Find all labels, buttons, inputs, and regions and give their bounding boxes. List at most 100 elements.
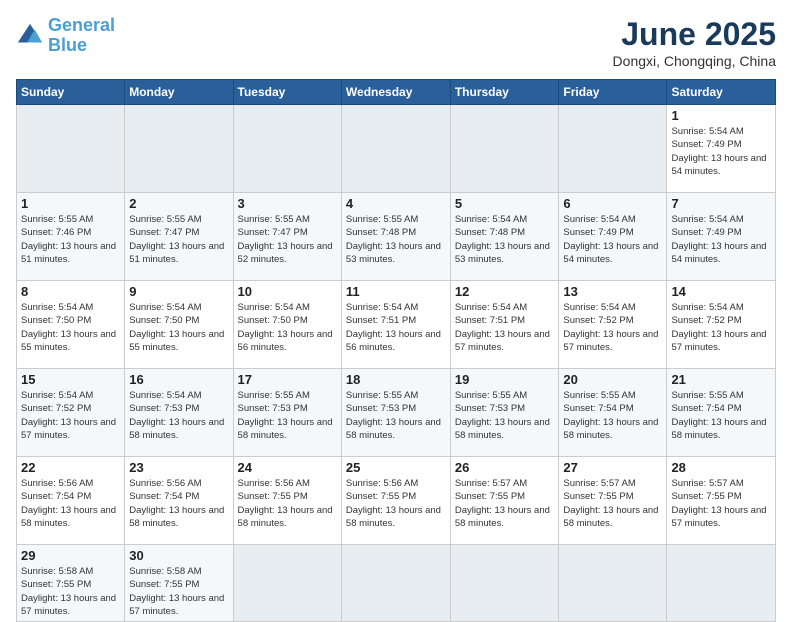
day-info: Sunrise: 5:54 AMSunset: 7:53 PMDaylight:… (129, 390, 224, 441)
day-number: 7 (671, 196, 771, 211)
table-row: 6 Sunrise: 5:54 AMSunset: 7:49 PMDayligh… (559, 193, 667, 281)
day-number: 22 (21, 460, 120, 475)
day-info: Sunrise: 5:55 AMSunset: 7:47 PMDaylight:… (238, 214, 333, 265)
day-info: Sunrise: 5:54 AMSunset: 7:48 PMDaylight:… (455, 214, 550, 265)
table-row: 19 Sunrise: 5:55 AMSunset: 7:53 PMDaylig… (450, 369, 559, 457)
table-row: 24 Sunrise: 5:56 AMSunset: 7:55 PMDaylig… (233, 457, 341, 545)
logo-icon (16, 22, 44, 50)
day-info: Sunrise: 5:56 AMSunset: 7:54 PMDaylight:… (21, 478, 116, 529)
day-number: 29 (21, 548, 120, 563)
day-number: 21 (671, 372, 771, 387)
day-info: Sunrise: 5:54 AMSunset: 7:50 PMDaylight:… (238, 302, 333, 353)
day-info: Sunrise: 5:57 AMSunset: 7:55 PMDaylight:… (671, 478, 766, 529)
table-row: 21 Sunrise: 5:55 AMSunset: 7:54 PMDaylig… (667, 369, 776, 457)
table-row: 12 Sunrise: 5:54 AMSunset: 7:51 PMDaylig… (450, 281, 559, 369)
day-info: Sunrise: 5:56 AMSunset: 7:55 PMDaylight:… (238, 478, 333, 529)
table-row: 15 Sunrise: 5:54 AMSunset: 7:52 PMDaylig… (17, 369, 125, 457)
day-info: Sunrise: 5:57 AMSunset: 7:55 PMDaylight:… (563, 478, 658, 529)
header: General Blue June 2025 Dongxi, Chongqing… (16, 16, 776, 69)
calendar-subtitle: Dongxi, Chongqing, China (613, 53, 776, 69)
table-row: 26 Sunrise: 5:57 AMSunset: 7:55 PMDaylig… (450, 457, 559, 545)
day-number: 5 (455, 196, 555, 211)
table-row: 1 Sunrise: 5:55 AMSunset: 7:46 PMDayligh… (17, 193, 125, 281)
day-info: Sunrise: 5:56 AMSunset: 7:54 PMDaylight:… (129, 478, 224, 529)
logo-text: General Blue (48, 16, 115, 56)
header-saturday: Saturday (667, 80, 776, 105)
table-row (559, 545, 667, 622)
day-number: 3 (238, 196, 337, 211)
day-info: Sunrise: 5:55 AMSunset: 7:54 PMDaylight:… (563, 390, 658, 441)
day-number: 28 (671, 460, 771, 475)
table-row: 28 Sunrise: 5:57 AMSunset: 7:55 PMDaylig… (667, 457, 776, 545)
table-row (450, 105, 559, 193)
day-number: 19 (455, 372, 555, 387)
day-info: Sunrise: 5:55 AMSunset: 7:53 PMDaylight:… (238, 390, 333, 441)
table-row: 1 Sunrise: 5:54 AMSunset: 7:49 PMDayligh… (667, 105, 776, 193)
day-info: Sunrise: 5:55 AMSunset: 7:53 PMDaylight:… (455, 390, 550, 441)
page: General Blue June 2025 Dongxi, Chongqing… (0, 0, 792, 612)
day-number: 8 (21, 284, 120, 299)
header-monday: Monday (125, 80, 233, 105)
header-thursday: Thursday (450, 80, 559, 105)
table-row: 13 Sunrise: 5:54 AMSunset: 7:52 PMDaylig… (559, 281, 667, 369)
day-number: 6 (563, 196, 662, 211)
day-number: 1 (21, 196, 120, 211)
table-row: 18 Sunrise: 5:55 AMSunset: 7:53 PMDaylig… (341, 369, 450, 457)
day-info: Sunrise: 5:54 AMSunset: 7:52 PMDaylight:… (563, 302, 658, 353)
title-section: June 2025 Dongxi, Chongqing, China (613, 16, 776, 69)
calendar-title: June 2025 (613, 16, 776, 53)
day-info: Sunrise: 5:54 AMSunset: 7:50 PMDaylight:… (129, 302, 224, 353)
table-row: 20 Sunrise: 5:55 AMSunset: 7:54 PMDaylig… (559, 369, 667, 457)
table-row: 30 Sunrise: 5:58 AMSunset: 7:55 PMDaylig… (125, 545, 233, 622)
day-number: 25 (346, 460, 446, 475)
day-info: Sunrise: 5:54 AMSunset: 7:52 PMDaylight:… (671, 302, 766, 353)
logo-line2: Blue (48, 35, 87, 55)
table-row (341, 545, 450, 622)
table-row: 29 Sunrise: 5:58 AMSunset: 7:55 PMDaylig… (17, 545, 125, 622)
day-number: 24 (238, 460, 337, 475)
day-info: Sunrise: 5:56 AMSunset: 7:55 PMDaylight:… (346, 478, 441, 529)
day-number: 13 (563, 284, 662, 299)
day-number: 16 (129, 372, 228, 387)
day-number: 18 (346, 372, 446, 387)
table-row: 9 Sunrise: 5:54 AMSunset: 7:50 PMDayligh… (125, 281, 233, 369)
day-info: Sunrise: 5:54 AMSunset: 7:49 PMDaylight:… (563, 214, 658, 265)
logo-line1: General (48, 15, 115, 35)
table-row: 5 Sunrise: 5:54 AMSunset: 7:48 PMDayligh… (450, 193, 559, 281)
day-info: Sunrise: 5:55 AMSunset: 7:46 PMDaylight:… (21, 214, 116, 265)
day-number: 20 (563, 372, 662, 387)
day-number: 2 (129, 196, 228, 211)
table-row (233, 105, 341, 193)
weekday-header-row: Sunday Monday Tuesday Wednesday Thursday… (17, 80, 776, 105)
day-info: Sunrise: 5:55 AMSunset: 7:47 PMDaylight:… (129, 214, 224, 265)
table-row: 2 Sunrise: 5:55 AMSunset: 7:47 PMDayligh… (125, 193, 233, 281)
day-number: 30 (129, 548, 228, 563)
day-number: 15 (21, 372, 120, 387)
table-row: 16 Sunrise: 5:54 AMSunset: 7:53 PMDaylig… (125, 369, 233, 457)
table-row (341, 105, 450, 193)
day-info: Sunrise: 5:58 AMSunset: 7:55 PMDaylight:… (129, 566, 224, 617)
day-info: Sunrise: 5:54 AMSunset: 7:50 PMDaylight:… (21, 302, 116, 353)
calendar-table: Sunday Monday Tuesday Wednesday Thursday… (16, 79, 776, 622)
day-number: 23 (129, 460, 228, 475)
table-row: 23 Sunrise: 5:56 AMSunset: 7:54 PMDaylig… (125, 457, 233, 545)
day-info: Sunrise: 5:55 AMSunset: 7:48 PMDaylight:… (346, 214, 441, 265)
header-wednesday: Wednesday (341, 80, 450, 105)
day-info: Sunrise: 5:54 AMSunset: 7:49 PMDaylight:… (671, 126, 766, 177)
table-row: 25 Sunrise: 5:56 AMSunset: 7:55 PMDaylig… (341, 457, 450, 545)
day-info: Sunrise: 5:54 AMSunset: 7:51 PMDaylight:… (346, 302, 441, 353)
table-row (17, 105, 125, 193)
day-info: Sunrise: 5:57 AMSunset: 7:55 PMDaylight:… (455, 478, 550, 529)
day-number: 11 (346, 284, 446, 299)
table-row (450, 545, 559, 622)
table-row: 22 Sunrise: 5:56 AMSunset: 7:54 PMDaylig… (17, 457, 125, 545)
day-number: 12 (455, 284, 555, 299)
header-friday: Friday (559, 80, 667, 105)
table-row: 14 Sunrise: 5:54 AMSunset: 7:52 PMDaylig… (667, 281, 776, 369)
table-row (559, 105, 667, 193)
day-info: Sunrise: 5:58 AMSunset: 7:55 PMDaylight:… (21, 566, 116, 617)
day-number: 27 (563, 460, 662, 475)
day-number: 10 (238, 284, 337, 299)
table-row: 11 Sunrise: 5:54 AMSunset: 7:51 PMDaylig… (341, 281, 450, 369)
day-number: 14 (671, 284, 771, 299)
